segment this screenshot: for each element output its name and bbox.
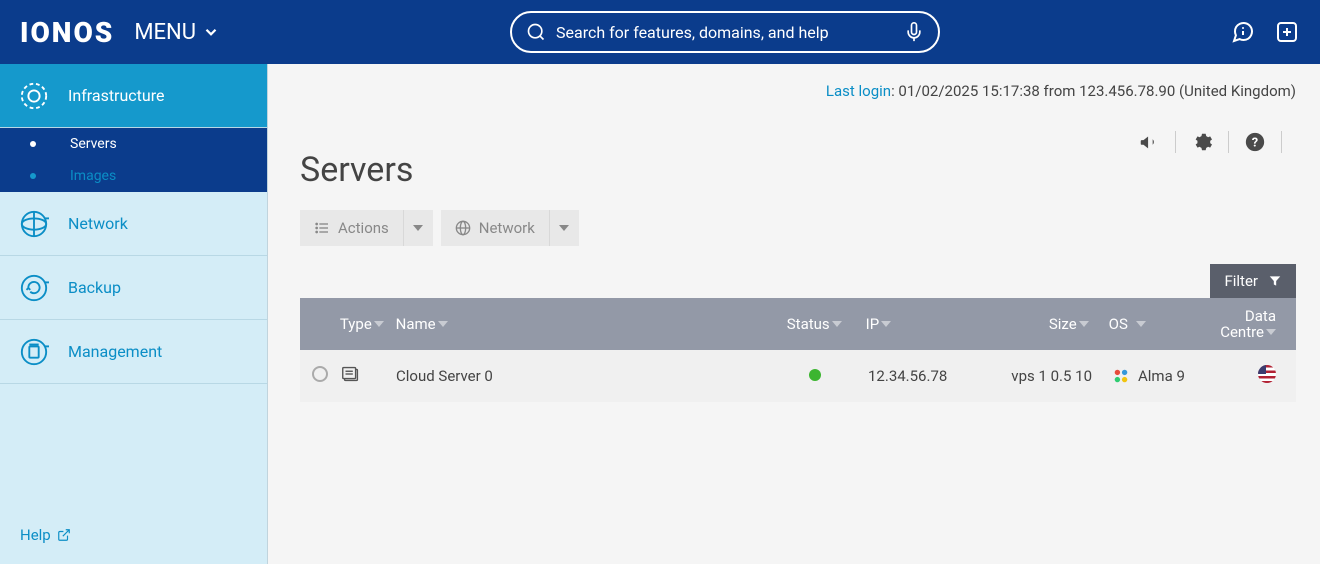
search-box[interactable]: [510, 11, 940, 53]
search-icon: [526, 22, 546, 42]
last-login-link[interactable]: Last login: [826, 82, 891, 100]
top-right-icons: [1230, 19, 1300, 45]
plus-square-icon: [1275, 20, 1299, 44]
logo: IONOS: [20, 16, 114, 49]
sidebar-item-backup[interactable]: Backup: [0, 256, 267, 320]
divider: [1281, 131, 1282, 153]
sidebar: Infrastructure Servers Images Network Ba…: [0, 64, 268, 564]
caret-down-icon: [413, 223, 423, 233]
sidebar-label-infrastructure: Infrastructure: [68, 86, 164, 105]
column-ip[interactable]: IP: [854, 315, 993, 333]
divider: [1175, 131, 1176, 153]
help-label: Help: [20, 526, 51, 544]
column-type[interactable]: Type: [340, 315, 396, 333]
sidebar-submenu: Servers Images: [0, 128, 267, 192]
filter-icon: [1268, 274, 1282, 288]
filter-label: Filter: [1224, 272, 1258, 290]
sidebar-label-network: Network: [68, 214, 128, 233]
column-name[interactable]: Name: [396, 315, 784, 333]
menu-label: MENU: [134, 20, 196, 45]
servers-table: Type Name Status IP Size OS Data Centre …: [300, 298, 1296, 402]
column-datacentre[interactable]: Data Centre: [1220, 308, 1296, 341]
last-login-text: : 01/02/2025 15:17:38 from 123.456.78.90…: [891, 82, 1296, 100]
svg-text:?: ?: [1252, 136, 1258, 151]
infrastructure-icon: [18, 80, 50, 112]
page-tool-icons: ?: [268, 100, 1320, 154]
network-label: Network: [479, 219, 535, 237]
announcements-button[interactable]: [1137, 130, 1161, 154]
external-link-icon: [57, 528, 71, 542]
network-button[interactable]: Network: [441, 210, 549, 246]
network-button-group: Network: [441, 210, 579, 246]
help-link[interactable]: Help: [0, 506, 267, 564]
cell-os: Alma 9: [1138, 367, 1185, 385]
server-type-icon: [340, 363, 362, 385]
network-icon: [18, 208, 50, 240]
last-login-info: Last login: 01/02/2025 15:17:38 from 123…: [268, 64, 1320, 100]
os-icon: [1112, 367, 1130, 385]
help-button[interactable]: ?: [1243, 130, 1267, 154]
row-select-radio[interactable]: [312, 366, 328, 382]
sidebar-label-backup: Backup: [68, 278, 121, 297]
chat-button[interactable]: [1230, 19, 1256, 45]
megaphone-icon: [1138, 131, 1160, 153]
actions-button[interactable]: Actions: [300, 210, 403, 246]
cell-ip: 12.34.56.78: [856, 367, 996, 385]
backup-icon: [18, 272, 50, 304]
caret-down-icon: [559, 223, 569, 233]
divider: [1228, 131, 1229, 153]
table-row[interactable]: Cloud Server 0 12.34.56.78 vps 1 0.5 10 …: [300, 350, 1296, 402]
actions-button-group: Actions: [300, 210, 433, 246]
main-content: Last login: 01/02/2025 15:17:38 from 123…: [268, 64, 1320, 564]
question-circle-icon: ?: [1244, 131, 1266, 153]
chat-icon: [1231, 20, 1255, 44]
settings-button[interactable]: [1190, 130, 1214, 154]
flag-us-icon: [1258, 365, 1276, 383]
cell-size: vps 1 0.5 10: [996, 367, 1092, 385]
gear-icon: [1191, 131, 1213, 153]
cell-name: Cloud Server 0: [396, 367, 786, 385]
chevron-down-icon: [202, 23, 220, 41]
page-title: Servers: [268, 150, 1320, 190]
status-indicator: [809, 369, 821, 381]
sidebar-item-images[interactable]: Images: [0, 160, 267, 192]
sidebar-label-servers: Servers: [70, 136, 117, 152]
sidebar-item-servers[interactable]: Servers: [0, 128, 267, 160]
filter-button[interactable]: Filter: [1210, 264, 1296, 298]
sidebar-label-images: Images: [70, 168, 116, 184]
network-dropdown[interactable]: [549, 210, 579, 246]
list-icon: [314, 220, 330, 236]
sidebar-label-management: Management: [68, 342, 162, 361]
actions-dropdown[interactable]: [403, 210, 433, 246]
table-header: Type Name Status IP Size OS Data Centre: [300, 298, 1296, 350]
microphone-icon[interactable]: [904, 22, 924, 42]
menu-button[interactable]: MENU: [134, 20, 220, 45]
actions-label: Actions: [338, 219, 389, 237]
sidebar-item-network[interactable]: Network: [0, 192, 267, 256]
globe-icon: [455, 220, 471, 236]
column-size[interactable]: Size: [993, 315, 1089, 333]
sidebar-item-management[interactable]: Management: [0, 320, 267, 384]
management-icon: [18, 336, 50, 368]
sidebar-item-infrastructure[interactable]: Infrastructure: [0, 64, 267, 128]
search-input[interactable]: [556, 23, 894, 42]
column-status[interactable]: Status: [784, 315, 854, 333]
action-bar: Actions Network: [268, 190, 1320, 246]
column-os[interactable]: OS: [1089, 315, 1221, 333]
add-button[interactable]: [1274, 19, 1300, 45]
top-bar: IONOS MENU: [0, 0, 1320, 64]
